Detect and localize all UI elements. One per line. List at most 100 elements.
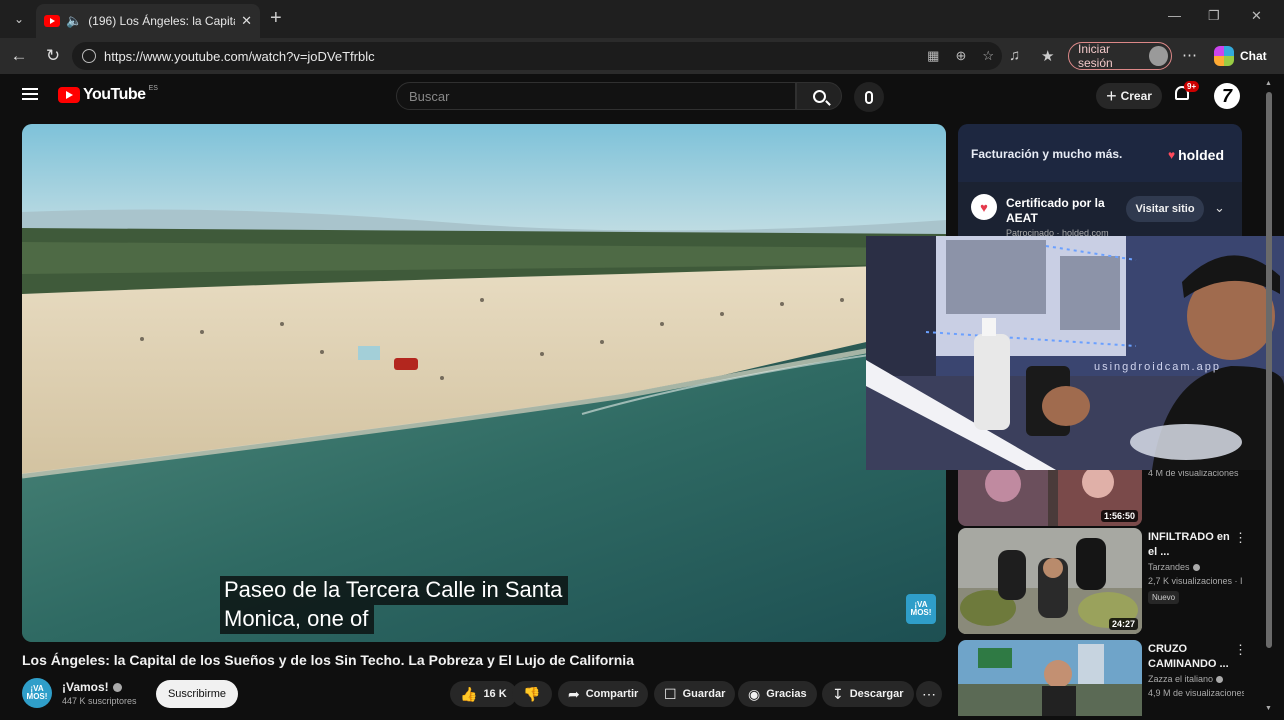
visit-site-button[interactable]: Visitar sitio <box>1126 196 1204 222</box>
thumbs-up-icon: 👍 <box>460 685 478 702</box>
bookmark-icon: ☐ <box>664 685 677 702</box>
recommendation-item[interactable]: 24:27 INFILTRADO en el ... Tarzandes 2,7… <box>958 528 1258 636</box>
save-button[interactable]: ☐ Guardar <box>654 681 736 707</box>
recommendation-title[interactable]: CRUZO CAMINANDO ... <box>1148 642 1232 672</box>
app-available-icon[interactable]: ▦ <box>927 48 939 64</box>
ad-headline: Facturación y mucho más. <box>971 147 1123 161</box>
copilot-chat-button[interactable]: Chat <box>1210 42 1276 70</box>
close-tab-icon[interactable]: ✕ <box>241 13 252 29</box>
caption-line-1: Paseo de la Tercera Calle in Santa <box>220 576 569 605</box>
page-scrollbar[interactable]: ▲ ▼ <box>1264 80 1274 712</box>
site-info-icon[interactable] <box>82 49 96 63</box>
search-button[interactable] <box>796 82 842 110</box>
like-count: 16 K <box>483 688 507 700</box>
video-title: Los Ángeles: la Capital de los Sueños y … <box>22 652 634 668</box>
droidcam-watermark: usingdroidcam.app <box>1094 361 1221 373</box>
video-player[interactable]: Paseo de la Tercera Calle in Santa Monic… <box>22 124 946 642</box>
recommendation-menu-icon[interactable]: ⋮ <box>1234 530 1247 546</box>
more-actions-icon[interactable]: ⋯ <box>916 681 942 707</box>
thumbnail-image <box>958 640 1142 716</box>
subscribe-button[interactable]: Suscribirme <box>156 680 238 708</box>
voice-search-button[interactable] <box>854 82 884 112</box>
country-code: ES <box>148 84 158 92</box>
like-button[interactable]: 👍 16 K <box>450 681 517 707</box>
screen: ⌄ 🔈 (196) Los Ángeles: la Capital de los… <box>0 0 1284 720</box>
new-tab-icon[interactable]: + <box>270 7 282 30</box>
youtube-logo[interactable]: YouTube ES <box>58 84 158 104</box>
download-icon: ↧ <box>832 685 844 702</box>
recommendation-views: 2,7 K visualizaciones · I <box>1148 576 1243 586</box>
zoom-icon[interactable]: ⊕ <box>955 48 966 64</box>
search-input[interactable]: Buscar <box>396 82 796 110</box>
recommendation-thumbnail[interactable]: 24:27 <box>958 528 1142 634</box>
create-button[interactable]: + Crear <box>1096 83 1162 109</box>
browser-tab-active[interactable]: 🔈 (196) Los Ángeles: la Capital de los S… <box>36 4 260 38</box>
share-label: Compartir <box>585 688 639 700</box>
youtube-play-icon <box>58 87 80 103</box>
recommendation-title[interactable]: INFILTRADO en el ... <box>1148 530 1232 560</box>
thanks-dollar-icon: ◉ <box>748 685 761 702</box>
tab-list-chevron-icon[interactable]: ⌄ <box>8 8 30 30</box>
holded-logo: ♥ holded <box>1168 147 1224 163</box>
sponsored-ad-card[interactable]: Facturación y mucho más. ♥ holded ♥ Cert… <box>958 124 1242 236</box>
channel-watermark-logo[interactable]: ¡VA MOS! <box>906 594 936 624</box>
restore-icon[interactable]: ❐ <box>1208 8 1220 24</box>
verified-badge-icon <box>1216 675 1224 683</box>
recommendation-channel[interactable]: Zazza el italiano <box>1148 674 1224 684</box>
user-avatar[interactable]: 7 <box>1214 83 1240 109</box>
new-badge: Nuevo <box>1148 591 1180 604</box>
thanks-button[interactable]: ◉ Gracias <box>738 681 817 707</box>
address-bar[interactable]: https://www.youtube.com/watch?v=joDVeTfr… <box>72 42 1002 70</box>
recommendation-menu-icon[interactable]: ⋮ <box>1234 642 1247 658</box>
favorite-star-icon[interactable]: ☆ <box>982 48 994 64</box>
recommendation-thumbnail[interactable] <box>958 640 1142 716</box>
search-placeholder: Buscar <box>409 88 450 104</box>
subscriber-count: 447 K suscriptores <box>62 696 137 706</box>
close-window-icon[interactable]: ✕ <box>1251 8 1262 24</box>
verified-badge-icon <box>112 682 122 692</box>
holded-heart-icon: ♥ <box>1168 148 1176 162</box>
download-button[interactable]: ↧ Descargar <box>822 681 914 707</box>
search-icon <box>812 89 826 103</box>
plus-icon: + <box>1106 85 1117 106</box>
hamburger-menu-icon[interactable] <box>22 88 38 100</box>
channel-avatar[interactable]: ¡VA MOS! <box>22 678 52 708</box>
profile-avatar-icon <box>1149 46 1168 66</box>
ad-title[interactable]: Certificado por la AEAT <box>1006 196 1116 226</box>
scrollbar-thumb[interactable] <box>1266 92 1272 648</box>
holded-brand: holded <box>1178 147 1225 163</box>
browser-tab-strip: ⌄ 🔈 (196) Los Ángeles: la Capital de los… <box>0 0 1284 38</box>
dislike-button[interactable]: 👎 <box>512 681 552 707</box>
share-arrow-icon: ➦ <box>568 685 580 702</box>
minimize-icon[interactable]: — <box>1168 8 1181 23</box>
microphone-icon <box>865 90 873 104</box>
recommendation-channel[interactable]: Tarzandes <box>1148 562 1200 572</box>
advertiser-logo-icon[interactable]: ♥ <box>971 194 997 220</box>
thanks-label: Gracias <box>766 688 807 700</box>
channel-name-link[interactable]: ¡Vamos! <box>62 680 122 694</box>
url-text[interactable]: https://www.youtube.com/watch?v=joDVeTfr… <box>104 49 919 64</box>
back-arrow-icon[interactable]: ← <box>8 45 30 67</box>
browser-toolbar: ← ↻ https://www.youtube.com/watch?v=joDV… <box>0 38 1284 74</box>
verified-badge-icon <box>1192 563 1200 571</box>
recommendation-item[interactable]: 1:56:50 4 M de visualizaciones <box>958 420 1258 526</box>
favorites-icon[interactable]: ★ <box>1041 47 1054 65</box>
scroll-up-arrow-icon[interactable]: ▲ <box>1265 80 1272 87</box>
chevron-down-icon[interactable]: ⌄ <box>1214 200 1225 216</box>
reload-icon[interactable]: ↻ <box>42 45 64 67</box>
browser-menu-icon[interactable]: ⋯ <box>1182 46 1197 64</box>
video-owner-row: ¡VA MOS! ¡Vamos! 447 K suscriptores Susc… <box>22 678 952 710</box>
scroll-down-arrow-icon[interactable]: ▼ <box>1265 705 1272 712</box>
notifications-button[interactable]: 9+ <box>1175 81 1200 102</box>
share-button[interactable]: ➦ Compartir <box>558 681 649 707</box>
recommendation-item[interactable]: CRUZO CAMINANDO ... Zazza el italiano 4,… <box>958 640 1258 716</box>
video-frame <box>22 124 946 642</box>
youtube-masthead: YouTube ES Buscar + Crear 9+ 7 <box>0 74 1284 118</box>
signin-button[interactable]: Iniciar sesión <box>1068 42 1172 70</box>
webcam-overlay: usingdroidcam.app <box>866 236 1284 470</box>
ad-banner[interactable]: Facturación y mucho más. ♥ holded <box>958 124 1242 182</box>
speaker-icon[interactable]: 🔈 <box>66 13 82 29</box>
chat-label: Chat <box>1240 49 1267 63</box>
media-control-icon[interactable]: ♫ <box>1009 47 1020 64</box>
recommendation-views: 4,9 M de visualizaciones <box>1148 688 1244 698</box>
